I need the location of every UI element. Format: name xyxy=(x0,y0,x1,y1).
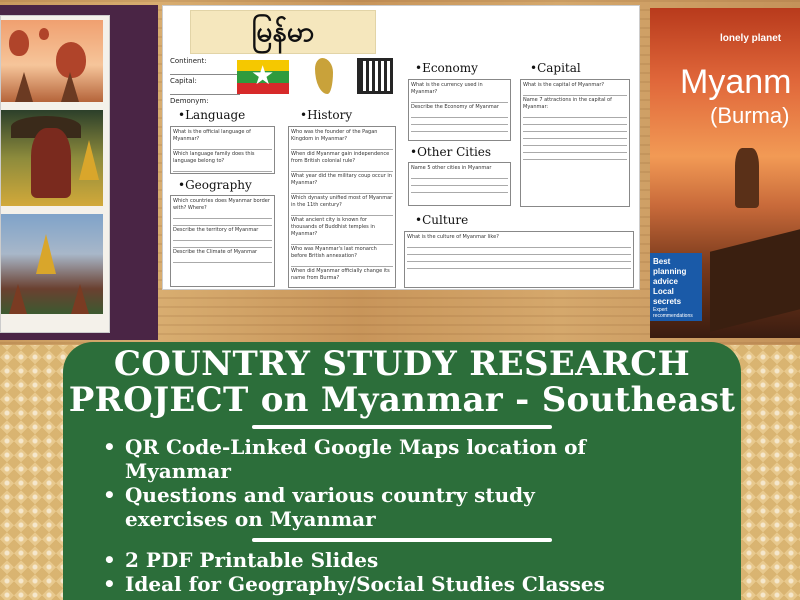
section-history: History xyxy=(300,108,352,122)
feature-item: QR Code-Linked Google Maps location of M… xyxy=(103,435,623,483)
product-title: COUNTRY STUDY RESEARCH PROJECT on Myanma… xyxy=(68,344,736,420)
photo-sheet xyxy=(0,15,110,333)
capital-box: What is the capital of Myanmar? Name 7 a… xyxy=(520,79,630,207)
monk-umbrella-photo xyxy=(1,110,103,206)
feature-list-2: 2 PDF Printable Slides Ideal for Geograp… xyxy=(63,548,741,596)
guidebook-cover: lonely planet Myanm (Burma) Best plannin… xyxy=(650,8,800,338)
feature-item: 2 PDF Printable Slides xyxy=(103,548,623,572)
bagan-temples-photo xyxy=(1,214,103,314)
section-language: Language xyxy=(178,108,245,122)
section-other-cities: Other Cities xyxy=(410,145,491,159)
photo-board xyxy=(0,5,158,340)
qr-code-icon xyxy=(357,58,393,94)
feature-item: Questions and various country study exer… xyxy=(103,483,623,531)
feature-list: QR Code-Linked Google Maps location of M… xyxy=(63,435,741,531)
history-box: Who was the founder of the Pagan Kingdom… xyxy=(288,126,396,288)
feature-item: Ideal for Geography/Social Studies Class… xyxy=(103,572,623,596)
language-box: What is the official language of Myanmar… xyxy=(170,126,275,174)
economy-box: What is the currency used in Myanmar? De… xyxy=(408,79,511,141)
book-title: Myanm xyxy=(680,63,792,101)
hot-air-balloons-photo xyxy=(1,20,103,102)
section-geography: Geography xyxy=(178,178,252,192)
culture-box: What is the culture of Myanmar like? xyxy=(404,231,634,288)
section-economy: Economy xyxy=(415,61,478,75)
book-subtitle: (Burma) xyxy=(710,103,790,128)
burmese-title: မြန်မာ xyxy=(190,10,376,54)
section-capital: Capital xyxy=(530,61,581,75)
boat-shape xyxy=(710,224,800,332)
product-info-panel: COUNTRY STUDY RESEARCH PROJECT on Myanma… xyxy=(63,342,741,600)
geography-box: Which countries does Myanmar border with… xyxy=(170,195,275,287)
fisherman-figure xyxy=(735,148,759,208)
divider xyxy=(252,425,552,429)
book-badge: Best planning advice Local secrets Exper… xyxy=(650,253,702,321)
other-cities-box: Name 5 other cities in Myanmar xyxy=(408,162,511,206)
section-culture: Culture xyxy=(415,213,468,227)
lonely-planet-logo: lonely planet xyxy=(720,33,782,44)
divider xyxy=(252,538,552,542)
myanmar-flag-icon: ★ xyxy=(237,60,289,94)
